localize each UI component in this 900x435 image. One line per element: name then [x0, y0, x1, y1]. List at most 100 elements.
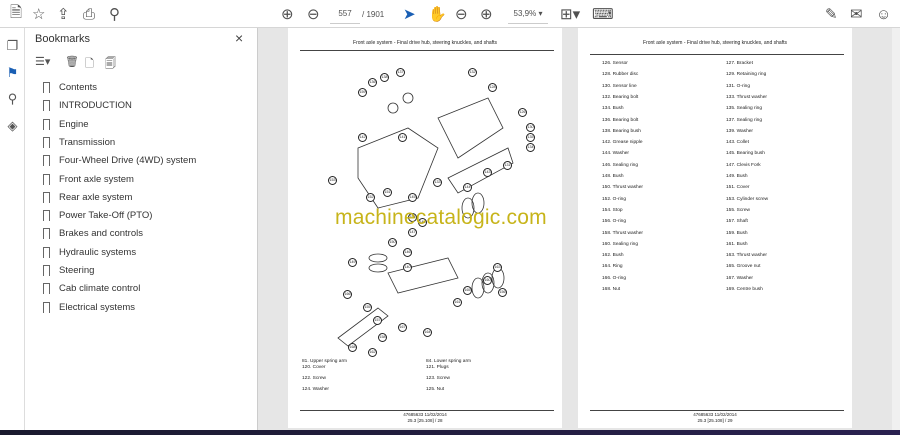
parts-list-item: 155. Screw: [726, 207, 750, 213]
bookmark-item[interactable]: Contents: [43, 82, 98, 94]
bookmark-label: Electrical systems: [59, 301, 136, 313]
part-callout: 131: [503, 161, 512, 170]
parts-list-item: 143. Collet: [726, 140, 749, 146]
parts-list-item: 136. Bearing bolt: [602, 117, 639, 123]
vertical-scrollbar[interactable]: [892, 28, 900, 430]
save-icon[interactable]: 🗎: [10, 4, 22, 24]
delete-bookmark-icon[interactable]: 🗑: [65, 55, 79, 68]
parts-list-item: 164. Ring: [602, 264, 623, 270]
parts-list-item: 165. Groove nut: [726, 264, 761, 270]
close-icon[interactable]: ×: [235, 30, 243, 46]
attachments-icon[interactable]: ⚲: [5, 91, 20, 106]
bookmark-item[interactable]: Front axle system: [43, 173, 134, 186]
bookmark-label: Rear axle system: [59, 191, 133, 203]
bookmark-label: Hydraulic systems: [59, 246, 137, 258]
keyboard-icon[interactable]: ⌨: [592, 4, 614, 24]
bookmark-flag-icon: [43, 100, 50, 113]
part-callout: 159: [358, 88, 367, 97]
page-number-input[interactable]: 557: [330, 4, 360, 24]
part-callout: 137: [396, 68, 405, 77]
parts-list-item: 167. Washer: [726, 275, 754, 281]
previous-page-icon[interactable]: ⊕: [281, 4, 294, 24]
bookmark-label: Four-Wheel Drive (4WD) system: [59, 155, 197, 167]
parts-list-item: 142. Grease nipple: [602, 140, 643, 146]
part-callout: 152: [366, 193, 375, 202]
part-callout: 158: [378, 333, 387, 342]
part-callout: 141: [398, 133, 407, 142]
bookmark-item[interactable]: Brakes and controls: [43, 228, 143, 241]
part-callout: 165: [463, 286, 472, 295]
parts-list-item: 137. Sealing ring: [726, 117, 763, 123]
parts-list-item: 132. Bearing bolt: [602, 94, 639, 100]
parts-list-item: 126. Sensor: [602, 61, 628, 66]
account-icon[interactable]: ☺: [876, 4, 891, 24]
bookmark-item[interactable]: INTRODUCTION: [43, 100, 132, 113]
zoom-in-icon[interactable]: ⊕: [480, 4, 493, 24]
part-callout: 168: [348, 343, 357, 352]
mail-icon[interactable]: ✉: [850, 4, 863, 24]
bookmark-label: Cab climate control: [59, 283, 141, 295]
bookmark-item[interactable]: Transmission: [43, 136, 115, 149]
zoom-level: 53,9%: [513, 9, 537, 18]
hand-tool-icon[interactable]: ✋: [428, 4, 447, 24]
part-callout: 134: [526, 143, 535, 152]
parts-list-item: 129. Retaining ring: [726, 72, 767, 78]
navigation-rail: ❐ ⚑ ⚲ ◈: [0, 28, 25, 430]
bookmark-item[interactable]: Engine: [43, 118, 89, 131]
select-cursor-icon[interactable]: ➤: [403, 4, 416, 24]
page-thumbnails-icon[interactable]: ❐: [5, 38, 20, 53]
part-callout: 135: [526, 133, 535, 142]
bookmark-item[interactable]: Electrical systems: [43, 301, 136, 314]
bookmark-item[interactable]: Cab climate control: [43, 283, 141, 296]
page-header: Front axle system - Final drive hub, ste…: [353, 40, 497, 46]
bookmark-flag-icon: [43, 118, 50, 131]
bookmark-item[interactable]: Four-Wheel Drive (4WD) system: [43, 155, 197, 168]
parts-list-item: 166. O-ring: [602, 275, 626, 281]
bookmark-flag-icon: [43, 228, 50, 241]
layers-icon[interactable]: ◈: [5, 118, 20, 133]
bookmark-label: Brakes and controls: [59, 228, 143, 240]
legend-item: 125. Nut: [426, 387, 445, 392]
part-callout: 146: [403, 248, 412, 257]
zoom-level-select[interactable]: 53,9% ▾: [508, 4, 548, 24]
bookmark-item[interactable]: Power Take-Off (PTO): [43, 210, 152, 223]
panel-title: Bookmarks: [35, 33, 91, 45]
page-layout-icon[interactable]: ⊞▾: [560, 4, 580, 24]
bookmark-item[interactable]: Steering: [43, 265, 94, 277]
page-total: / 1901: [362, 9, 385, 19]
sign-icon[interactable]: ✎: [825, 4, 838, 24]
parts-list-item: 153. Cylinder screw: [726, 196, 769, 202]
upload-cloud-icon[interactable]: ⇪: [57, 4, 70, 24]
part-callout: 144: [463, 183, 472, 192]
find-bookmark-icon[interactable]: 🗐: [105, 55, 116, 74]
parts-list-item: 162. Bush: [602, 253, 624, 259]
parts-list-item: 168. Nut: [602, 287, 621, 292]
part-callout: 133: [433, 178, 442, 187]
options-menu-icon[interactable]: ☰▾: [35, 55, 50, 68]
bookmark-item[interactable]: Hydraulic systems: [43, 246, 137, 259]
taskbar-strip: [0, 430, 900, 435]
next-page-icon[interactable]: ⊖: [307, 4, 320, 24]
legend-item: 123. Screw: [426, 376, 450, 381]
bookmark-label: Contents: [59, 82, 98, 93]
part-callout: 143: [483, 168, 492, 177]
zoom-out-icon[interactable]: ⊖: [455, 4, 468, 24]
footer-page-ref: 25.3 [25.108] / 28: [407, 418, 443, 423]
parts-list-item: 158. Thrust washer: [602, 230, 643, 236]
bookmark-flag-icon: [43, 191, 50, 204]
bookmarks-icon[interactable]: ⚑: [5, 65, 20, 80]
print-icon[interactable]: ⎙: [83, 4, 95, 24]
bookmark-star-icon[interactable]: ☆: [32, 4, 45, 24]
new-bookmark-icon[interactable]: 🗋: [85, 55, 94, 74]
parts-list-item: 169. Centre bush: [726, 287, 763, 292]
search-icon[interactable]: ⚲: [109, 4, 120, 24]
bookmark-flag-icon: [43, 265, 50, 277]
bookmark-flag-icon: [43, 210, 50, 223]
bookmark-label: Front axle system: [59, 173, 134, 185]
part-callout: 140: [403, 263, 412, 272]
part-callout: 163: [493, 263, 502, 272]
part-callout: 156: [498, 288, 507, 297]
bookmark-label: Engine: [59, 118, 89, 130]
bookmark-item[interactable]: Rear axle system: [43, 191, 133, 204]
parts-list-item: 157. Shaft: [726, 219, 748, 225]
